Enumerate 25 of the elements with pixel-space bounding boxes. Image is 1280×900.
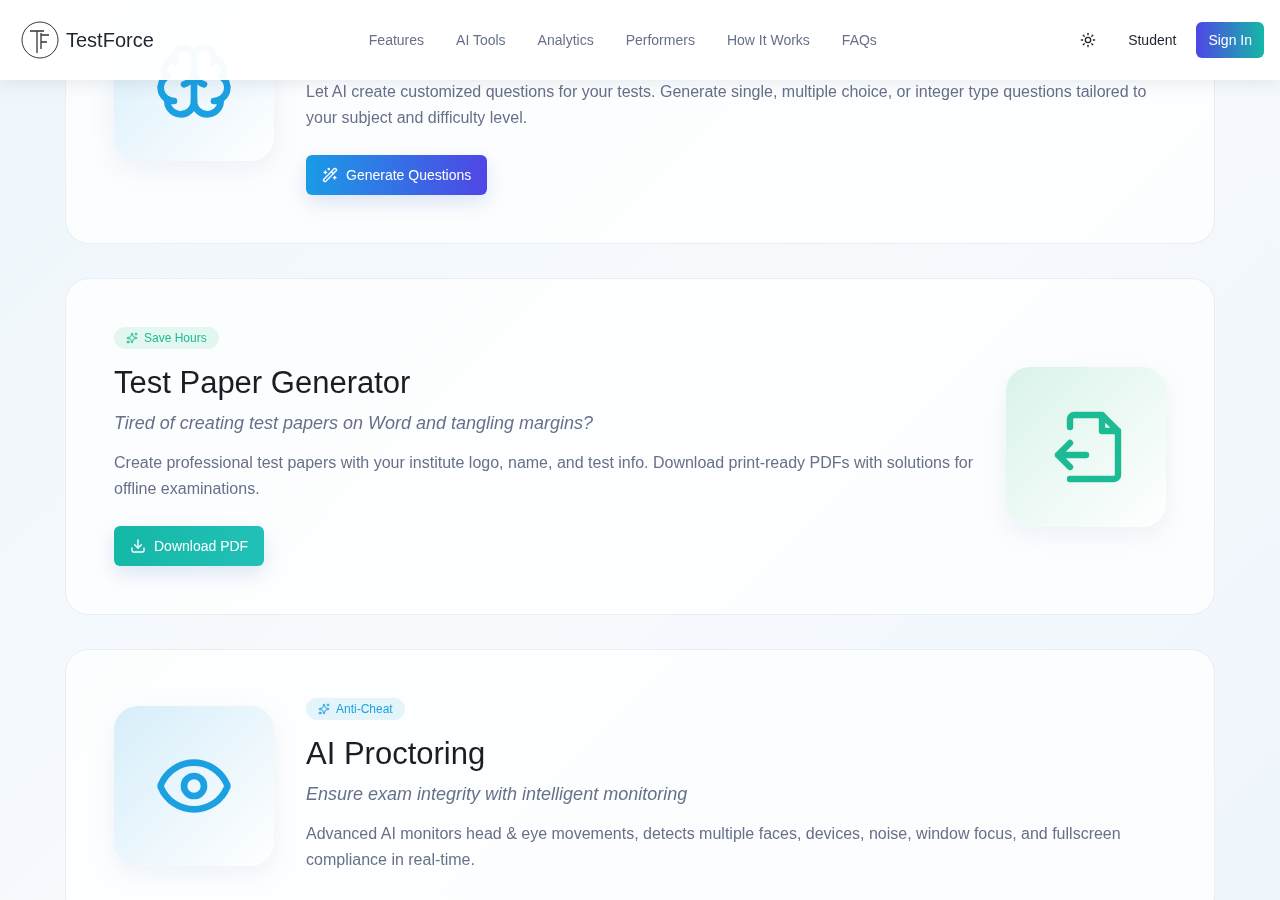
sun-icon	[1080, 32, 1097, 48]
nav-link[interactable]: How It Works	[726, 32, 810, 48]
feature-description: Advanced AI monitors head & eye movements, detects multiple faces, devices, noise, window focus, and fullscreen compliance in real-time.	[306, 824, 1122, 870]
download-icon	[130, 538, 146, 554]
magic-wand-icon	[322, 167, 338, 183]
logo-icon	[21, 21, 59, 59]
feature-action-button[interactable]: Generate Questions	[306, 155, 488, 195]
feature-subtitle: Ensure exam integrity with intelligent monitoring	[306, 784, 688, 805]
student-link[interactable]: Student	[1128, 32, 1177, 48]
feature-subtitle: Tired of creating test papers on Word and tangling margins?	[114, 413, 594, 434]
feature-title: Test Paper Generator	[114, 365, 411, 401]
brand-name[interactable]: TestForce	[66, 28, 154, 52]
badge-label: Anti-Cheat	[336, 702, 393, 716]
nav-link[interactable]: AI Tools	[456, 32, 506, 48]
nav-link[interactable]: FAQs	[841, 32, 877, 48]
feature-description: Let AI create customized questions for your tests. Generate single, multiple choice, or integer type questions tailored to your subject and difficulty level.	[306, 82, 1148, 128]
nav-link[interactable]: Performers	[625, 32, 695, 48]
nav-link[interactable]: Analytics	[537, 32, 594, 48]
feature-description: Create professional test papers with your institute logo, name, and test info. Download print-ready PDFs with solutions for offline examinations.	[114, 453, 974, 499]
feature-title: AI Proctoring	[306, 736, 486, 772]
sparkles-icon	[318, 703, 330, 715]
nav-link[interactable]: Features	[368, 32, 425, 48]
badge-label: Save Hours	[144, 331, 207, 345]
sign-in-button[interactable]: Sign In	[1196, 22, 1264, 58]
sparkles-icon	[126, 332, 138, 344]
